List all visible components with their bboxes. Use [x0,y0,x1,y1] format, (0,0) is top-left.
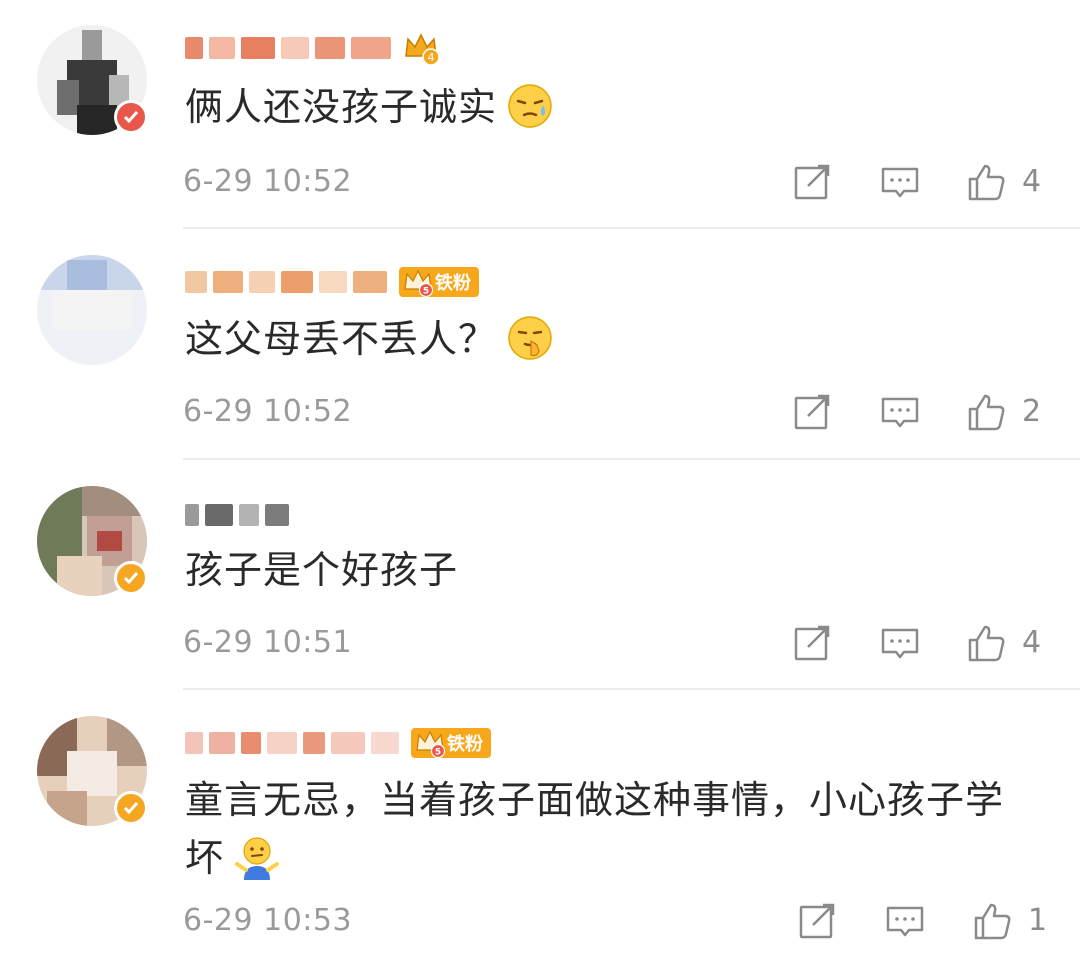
comment-icon[interactable] [880,623,920,667]
crown-level-icon: 5 [416,730,445,758]
comment-text: 俩人还没孩子诚实 [185,78,1045,136]
username[interactable]: 5 铁粉 [185,262,479,302]
comment-text-content: 童言无忌，当着孩子面做这种事情，小心孩子学坏 [185,778,1005,880]
comment-text: 童言无忌，当着孩子面做这种事情，小心孩子学坏 [185,771,1035,887]
share-icon[interactable] [792,392,832,436]
sweat-face-emoji [508,83,552,128]
share-icon[interactable] [792,162,832,206]
fan-badge-label: 铁粉 [447,734,483,755]
thumbs-up-icon[interactable] [966,392,1006,436]
username[interactable] [185,495,295,535]
crown-level-number: 5 [435,748,441,758]
divider [183,458,1080,460]
comment-icon[interactable] [880,392,920,436]
verified-badge-icon [114,791,148,825]
comment-item: 5 铁粉 这父母丢不丢人？ 6-29 10:52 2 [0,230,1080,458]
username[interactable]: 4 [185,28,439,68]
username-blurred [185,500,295,530]
thumbs-up-icon[interactable] [966,162,1006,206]
crown-level-icon: 5 [404,269,433,297]
comment-actions: 1 [0,901,1080,945]
fan-badge: 5 铁粉 [411,728,491,758]
shrug-person-emoji [235,836,280,880]
like-count: 2 [1022,394,1042,429]
comment-text: 孩子是个好孩子 [185,541,1045,599]
shush-face-emoji [508,315,552,360]
divider [183,227,1080,229]
username-blurred [185,33,397,63]
comment-icon[interactable] [885,901,925,945]
divider [183,688,1080,690]
username-blurred [185,267,393,297]
crown-level-icon: 4 [405,33,439,66]
comment-actions: 4 [0,162,1080,206]
like-count: 4 [1022,625,1042,660]
username-blurred [185,728,405,758]
comment-actions: 4 [0,623,1080,667]
like-count: 4 [1022,164,1042,199]
thumbs-up-icon[interactable] [972,901,1012,945]
comment-item: 5 铁粉 童言无忌，当着孩子面做这种事情，小心孩子学坏 6-29 10:53 1 [0,691,1080,970]
comment-text-content: 俩人还没孩子诚实 [185,85,498,129]
fan-badge-label: 铁粉 [435,273,471,294]
comment-item: 孩子是个好孩子 6-29 10:51 4 [0,461,1080,689]
comment-item: 4 俩人还没孩子诚实 6-29 10:52 4 [0,0,1080,228]
comment-actions: 2 [0,392,1080,436]
like-count: 1 [1028,903,1048,938]
comment-text-content: 这父母丢不丢人？ [185,317,498,361]
comment-text: 这父母丢不丢人？ [185,310,1045,368]
avatar[interactable] [37,255,147,365]
verified-badge-icon [114,100,148,134]
thumbs-up-icon[interactable] [966,623,1006,667]
share-icon[interactable] [797,901,837,945]
comment-text-content: 孩子是个好孩子 [185,548,459,592]
comment-icon[interactable] [880,162,920,206]
crown-level-number: 4 [428,51,435,64]
username[interactable]: 5 铁粉 [185,723,491,763]
verified-badge-icon [114,561,148,595]
fan-badge: 5 铁粉 [399,267,479,297]
share-icon[interactable] [792,623,832,667]
crown-level-number: 5 [423,287,429,297]
